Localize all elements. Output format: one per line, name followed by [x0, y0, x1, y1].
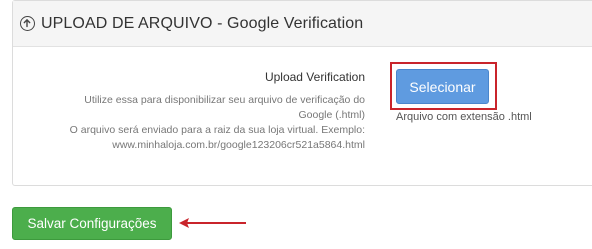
save-settings-button[interactable]: Salvar Configurações: [12, 207, 172, 240]
upload-verification-label: Upload Verification: [264, 70, 365, 84]
file-extension-hint: Arquivo com extensão .html: [396, 111, 532, 123]
arrow-left-icon: [179, 218, 246, 228]
upload-circle-icon: [20, 16, 35, 31]
panel-header: UPLOAD DE ARQUIVO - Google Verification: [13, 1, 592, 47]
help-text: Utilize essa para disponibilizar seu arq…: [65, 93, 365, 153]
help-line: Utilize essa para disponibilizar seu arq…: [84, 94, 365, 106]
help-line: O arquivo será enviado para a raiz da su…: [69, 124, 365, 136]
help-line: www.minhaloja.com.br/google123206cr521a5…: [112, 139, 365, 151]
panel-title: UPLOAD DE ARQUIVO - Google Verification: [41, 14, 364, 32]
select-file-button[interactable]: Selecionar: [396, 69, 489, 104]
help-line: Google (.html): [298, 109, 365, 121]
